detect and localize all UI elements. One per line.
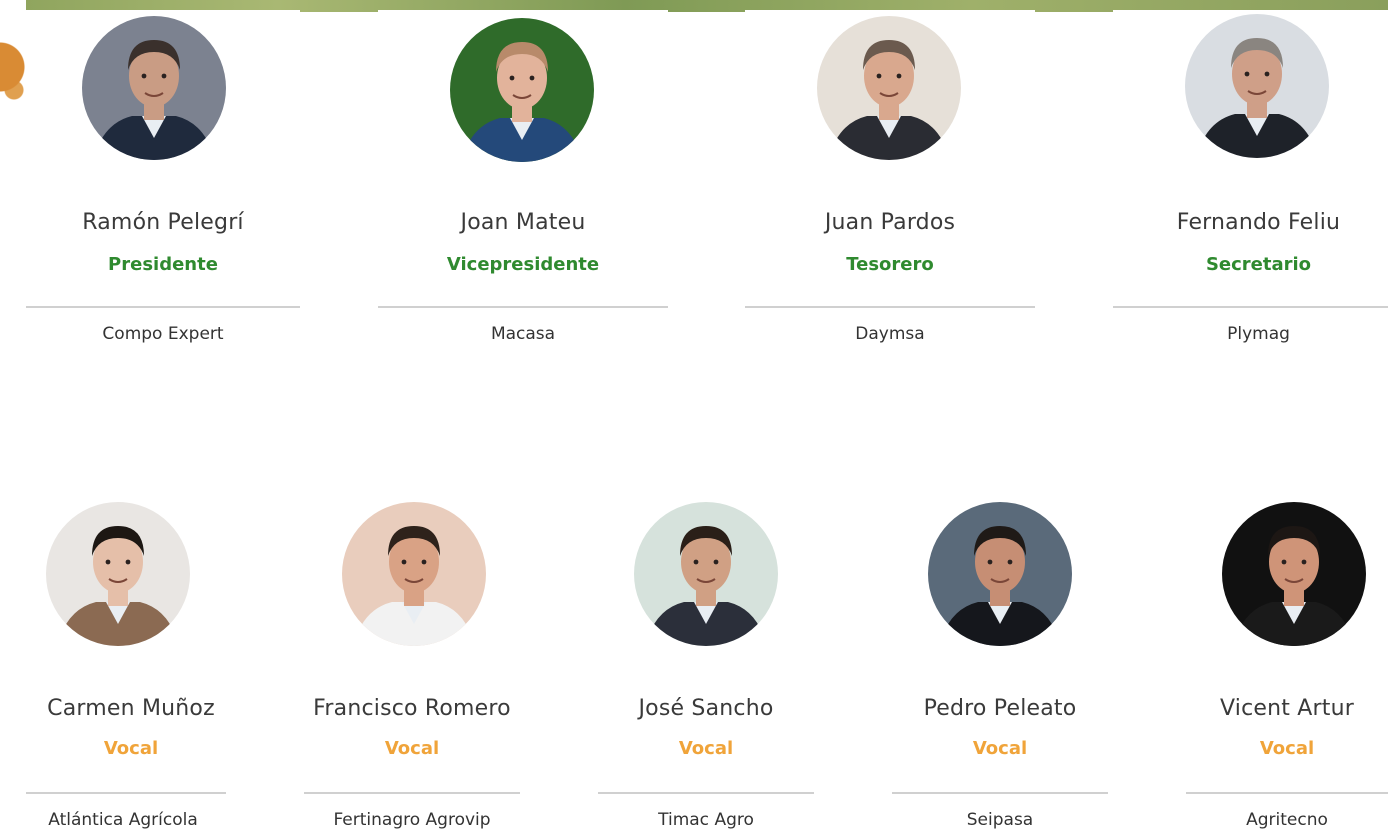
avatar [82, 16, 226, 160]
avatar [342, 502, 486, 646]
avatar [634, 502, 778, 646]
person-portrait-icon [450, 18, 594, 162]
member-company: Seipasa [966, 810, 1034, 830]
member-company: Timac Agro [658, 810, 754, 830]
member-card: Francisco Romero Vocal Fertinagro Agrovi… [304, 480, 520, 836]
divider [26, 792, 226, 794]
member-name: Juan Pardos [824, 210, 956, 235]
divider [1113, 306, 1388, 308]
person-portrait-icon [82, 16, 226, 160]
member-role: Secretario [1205, 254, 1312, 275]
member-role: Vocal [678, 738, 734, 759]
member-role: Presidente [108, 254, 218, 275]
member-role: Vocal [972, 738, 1028, 759]
member-card: Carmen Muñoz Vocal Atlántica Agrícola [26, 480, 226, 836]
member-role: Vocal [1259, 738, 1315, 759]
avatar [928, 502, 1072, 646]
avatar [817, 16, 961, 160]
member-card: Vicent Artur Vocal Agritecno [1186, 480, 1388, 836]
member-name: Fernando Feliu [1176, 210, 1341, 235]
member-role: Vicepresidente [446, 254, 600, 275]
member-role: Vocal [103, 738, 159, 759]
member-card: Pedro Peleato Vocal Seipasa [892, 480, 1108, 836]
decorative-leaf-icon [0, 12, 26, 122]
divider [892, 792, 1108, 794]
member-card: Ramón Pelegrí Presidente Compo Expert [26, 10, 300, 430]
member-card: Joan Mateu Vicepresidente Macasa [378, 10, 668, 430]
member-name: Pedro Peleato [923, 696, 1077, 721]
member-card: Fernando Feliu Secretario Plymag [1113, 10, 1388, 430]
member-company: Plymag [1227, 324, 1290, 344]
member-company: Fertinagro Agrovip [333, 810, 491, 830]
avatar [1185, 14, 1329, 158]
divider [598, 792, 814, 794]
avatar [450, 18, 594, 162]
person-portrait-icon [1222, 502, 1366, 646]
person-portrait-icon [817, 16, 961, 160]
person-portrait-icon [46, 502, 190, 646]
member-role: Tesorero [846, 254, 934, 275]
member-company: Agritecno [1246, 810, 1328, 830]
person-portrait-icon [928, 502, 1072, 646]
member-card: José Sancho Vocal Timac Agro [598, 480, 814, 836]
member-name: Francisco Romero [313, 696, 511, 721]
avatar [46, 502, 190, 646]
divider [304, 792, 520, 794]
avatar [1222, 502, 1366, 646]
member-name: Joan Mateu [460, 210, 586, 235]
divider [378, 306, 668, 308]
divider [26, 306, 300, 308]
member-card: Juan Pardos Tesorero Daymsa [745, 10, 1035, 430]
divider [1186, 792, 1388, 794]
person-portrait-icon [1185, 14, 1329, 158]
member-name: Carmen Muñoz [47, 696, 215, 721]
member-company: Atlántica Agrícola [48, 810, 198, 830]
person-portrait-icon [634, 502, 778, 646]
member-company: Compo Expert [102, 324, 224, 344]
member-name: Ramón Pelegrí [82, 210, 244, 235]
member-role: Vocal [384, 738, 440, 759]
member-name: José Sancho [638, 696, 774, 721]
member-name: Vicent Artur [1220, 696, 1354, 721]
person-portrait-icon [342, 502, 486, 646]
member-company: Macasa [490, 324, 556, 344]
divider [745, 306, 1035, 308]
member-company: Daymsa [855, 324, 925, 344]
